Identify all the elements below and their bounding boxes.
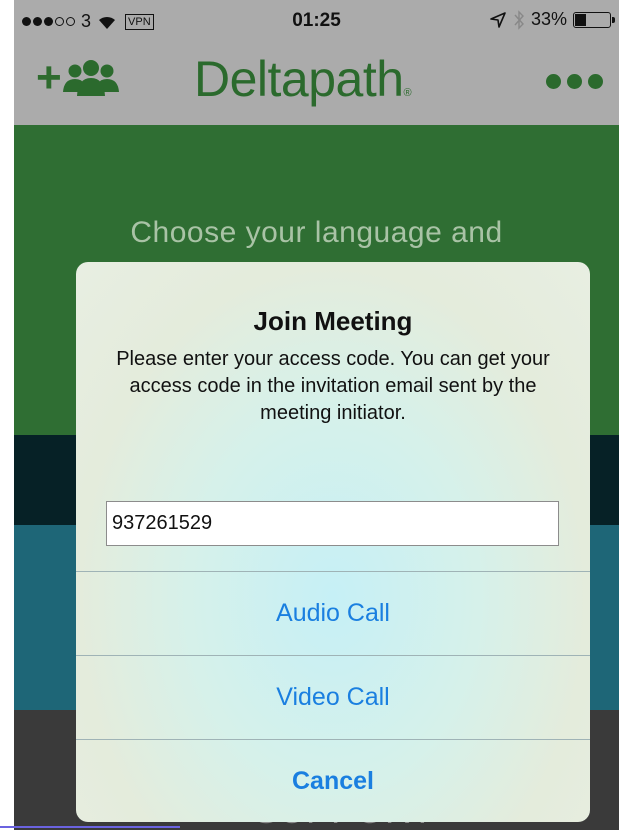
audio-call-button[interactable]: Audio Call xyxy=(76,571,590,654)
app-screen: 3 VPN 01:25 33% + Deltapath® Choose your… xyxy=(14,0,619,830)
more-options-button[interactable] xyxy=(546,74,603,89)
battery-percent: 33% xyxy=(530,9,567,29)
bluetooth-icon xyxy=(514,9,524,30)
dialog-message: Please enter your access code. You can g… xyxy=(116,348,550,424)
battery-fill xyxy=(575,13,586,26)
status-bar: 3 VPN 01:25 33% xyxy=(14,0,619,40)
choose-language-text: Choose your language and xyxy=(130,216,503,249)
people-group-icon xyxy=(62,60,119,96)
registered-mark: ® xyxy=(403,87,412,99)
more-dot-icon xyxy=(567,74,582,89)
more-dot-icon xyxy=(588,74,603,89)
more-dot-icon xyxy=(546,74,561,89)
nav-bar: + Deltapath® xyxy=(14,40,619,125)
access-code-input[interactable] xyxy=(106,501,559,546)
app-logo-text: Deltapath xyxy=(194,51,404,107)
app-logo: Deltapath® xyxy=(194,50,412,108)
status-right: 33% xyxy=(489,9,615,30)
battery-icon xyxy=(573,11,615,28)
location-arrow-icon xyxy=(490,11,506,28)
selection-underline xyxy=(0,826,180,828)
video-call-button[interactable]: Video Call xyxy=(76,655,590,738)
join-meeting-dialog: Join Meeting Please enter your access co… xyxy=(76,262,590,822)
plus-icon: + xyxy=(36,53,62,102)
add-participants-button[interactable]: + xyxy=(36,56,120,100)
dialog-title: Join Meeting xyxy=(253,306,413,336)
cancel-button[interactable]: Cancel xyxy=(76,739,590,822)
